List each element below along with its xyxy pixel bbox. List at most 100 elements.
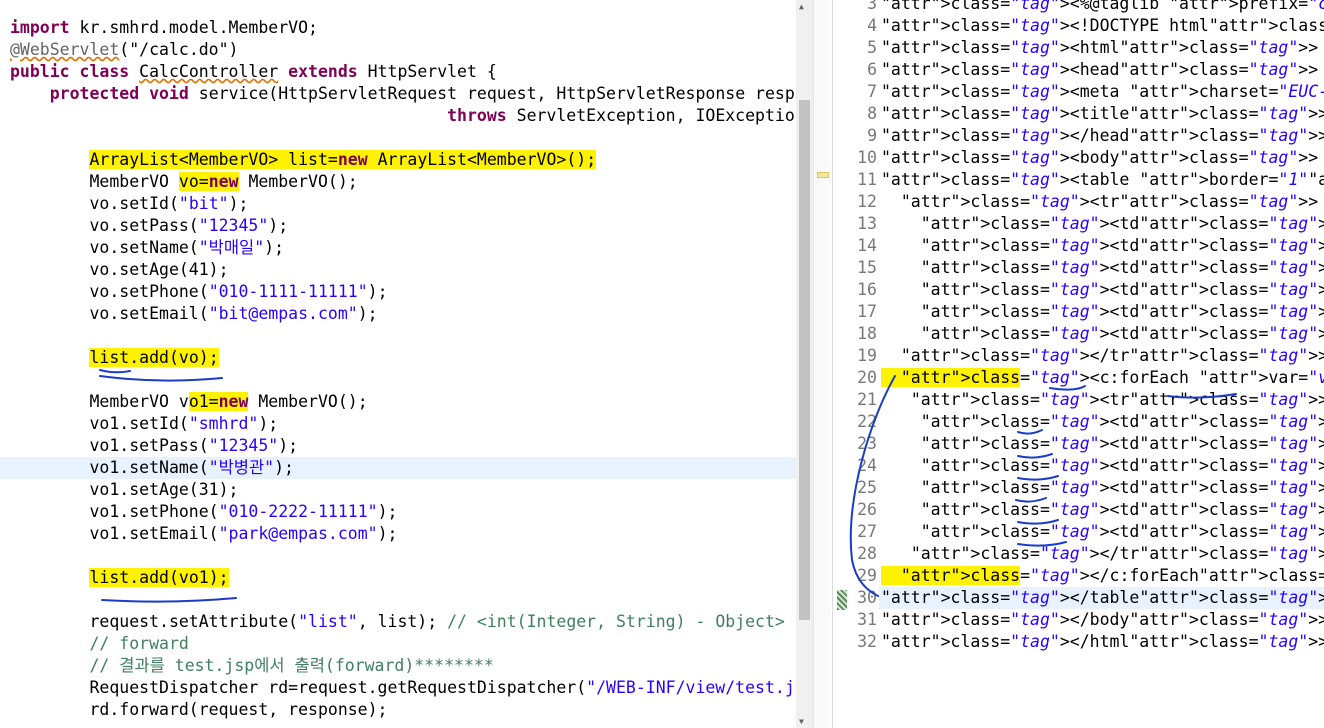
line-number: 20 [857,368,877,387]
code-line: "attr">class="tag"></html"attr">class="t… [881,632,1324,651]
line-number: 26 [857,500,877,519]
code-line: ArrayList<MemberVO> list=new ArrayList<M… [89,150,597,169]
java-editor-scrollbar[interactable]: ▲ ▼ [796,0,813,728]
code-line: vo.setEmail("bit@empas.com"); [10,304,378,323]
code-line: "attr">class="tag"><td"attr">class="tag"… [920,522,1324,541]
code-line: request.setAttribute("list", list); // <… [10,612,785,631]
line-number: 10 [857,148,877,167]
code-line: "attr">class="tag"><td"attr">class="tag"… [920,412,1324,431]
code-line: "attr">class="tag"></body"attr">class="t… [881,610,1324,629]
line-number: 15 [857,258,877,277]
code-line: import kr.smhrd.model.MemberVO; [10,18,318,37]
code-line: "attr">class="tag"><td"attr">class="tag"… [920,478,1324,497]
line-number: 31 [857,610,877,629]
line-number: 22 [857,412,877,431]
code-line: // 결과를 test.jsp에서 출력(forward)******** [89,656,494,675]
code-line: "attr">class="tag"><td"attr">class="tag"… [920,302,1324,321]
line-number: 8 [867,104,877,123]
line-number: 23 [857,434,877,453]
code-line: "attr">class="tag"></tr"attr">class="tag… [900,346,1324,365]
scroll-up-icon[interactable]: ▲ [799,2,804,11]
code-line: vo1.setPass("12345"); [10,436,299,455]
line-number: 13 [857,214,877,233]
line-number: 5 [867,38,877,57]
occurrence-marker[interactable] [817,172,829,178]
line-number: 30 [857,588,877,607]
code-line: "attr">class="tag"><td"attr">class="tag"… [920,500,1324,519]
code-line: "attr">class="tag"><td"attr">class="tag"… [920,214,1324,233]
line-number: 17 [857,302,877,321]
java-editor-gutter [0,0,8,728]
line-number: 7 [867,82,877,101]
code-line: vo.setId("bit"); [10,194,249,213]
code-line: vo1.setPhone("010-2222-11111"); [10,502,398,521]
line-number: 29 [857,566,877,585]
code-line: throws ServletException, IOExceptio [447,106,795,125]
line-number: 6 [867,60,877,79]
line-number: 4 [867,16,877,35]
jsp-line-numbers: 3 4 5 6 7 8 9 10 11 12 13 14 15 16 17 18 19 20 21 22 23 24 25 2… [839,0,879,653]
code-line: "attr">class="tag"><table "attr">border=… [881,170,1324,189]
code-line: "attr">class="tag"><td"attr">class="tag"… [920,434,1324,453]
code-line: vo1.setEmail("park@empas.com"); [10,524,398,543]
code-line: MemberVO vo=new MemberVO(); [10,172,358,191]
line-number: 24 [857,456,877,475]
code-line: "attr">class="tag"></c:forEach"attr">cla… [881,565,1324,587]
code-line: "attr">class="tag"><td"attr">class="tag"… [920,236,1324,255]
code-line: @WebServlet("/calc.do") [10,40,239,59]
code-line: "attr">class="tag"><head"attr">class="ta… [881,60,1319,79]
current-line: "attr">class="tag"></table"attr">class="… [879,587,1324,609]
code-line: "attr">class="tag"><c:forEach "attr">var… [881,367,1324,389]
java-editor[interactable]: import kr.smhrd.model.MemberVO; @WebServ… [0,0,796,728]
code-line: // forward [89,634,189,653]
code-line: "attr">class="tag"><%@taglib "attr">pref… [881,0,1324,13]
scrollbar-thumb[interactable] [799,100,810,620]
code-line: "attr">class="tag"></head"attr">class="t… [881,126,1324,145]
code-line: vo.setPhone("010-1111-11111"); [10,282,388,301]
line-number: 27 [857,522,877,541]
line-number: 3 [867,0,877,13]
code-line: vo1.setAge(31); [10,480,239,499]
code-line: "attr">class="tag"><meta "attr">charset=… [881,82,1324,101]
scroll-down-icon[interactable]: ▼ [799,717,804,726]
code-line: RequestDispatcher rd=request.getRequestD… [10,678,795,697]
code-line: "attr">class="tag"><html"attr">class="ta… [881,38,1319,57]
code-line: "attr">class="tag"><td"attr">class="tag"… [920,456,1324,475]
java-code-area[interactable]: import kr.smhrd.model.MemberVO; @WebServ… [0,17,796,721]
line-number: 9 [867,126,877,145]
line-number: 19 [857,346,877,365]
line-number: 12 [857,192,877,211]
jsp-code-area[interactable]: "attr">class="tag"><%@taglib "attr">pref… [879,0,1324,653]
line-number: 28 [857,544,877,563]
code-line: vo.setName("박매일"); [10,238,285,257]
code-line: rd.forward(request, response); [10,700,388,719]
line-number: 32 [857,632,877,651]
code-line: "attr">class="tag"></tr"attr">class="tag… [910,544,1324,563]
line-number: 14 [857,236,877,255]
code-line: "attr">class="tag"><tr"attr">class="tag"… [910,390,1324,409]
code-line: "attr">class="tag"><td"attr">class="tag"… [920,324,1324,343]
code-line: "attr">class="tag"><tr"attr">class="tag"… [900,192,1319,211]
line-number: 11 [857,170,877,189]
line-number: 21 [857,390,877,409]
jsp-editor[interactable]: 3 4 5 6 7 8 9 10 11 12 13 14 15 16 17 18 19 20 21 22 23 24 25 2… [832,0,1324,728]
code-line: "attr">class="tag"><td"attr">class="tag"… [920,258,1324,277]
line-number: 16 [857,280,877,299]
code-line: list.add(vo); [89,348,219,367]
code-line: vo.setAge(41); [10,260,229,279]
overview-ruler[interactable] [813,0,831,728]
line-number: 18 [857,324,877,343]
code-line: MemberVO vo1=new MemberVO(); [10,392,368,411]
code-line: list.add(vo1); [89,568,229,587]
code-line: "attr">class="tag"><body"attr">class="ta… [881,148,1319,167]
code-line: "attr">class="tag"><td"attr">class="tag"… [920,280,1324,299]
code-line: protected void service(HttpServletReques… [49,84,795,103]
code-line: vo.setPass("12345"); [10,216,289,235]
current-line: vo1.setName("박병관"); [0,457,796,479]
code-line: "attr">class="tag"><!DOCTYPE html"attr">… [881,16,1324,35]
code-line: public class CalcController extends Http… [10,62,497,81]
